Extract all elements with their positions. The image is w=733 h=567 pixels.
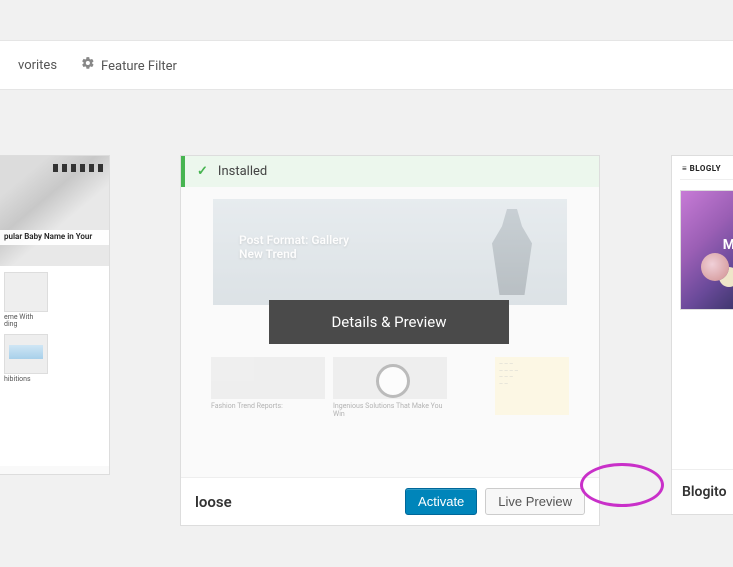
gear-icon	[81, 56, 95, 74]
post-row: Fashion Trend Reports: Ingenious Solutio…	[181, 357, 599, 426]
post-caption: Fashion Trend Reports:	[211, 403, 325, 411]
theme-card-partial-right[interactable]: ≡ BLOGLY M Blogito	[671, 155, 733, 515]
installed-label: Installed	[218, 164, 267, 179]
installed-status-bar: ✓ Installed	[181, 156, 599, 187]
live-preview-button[interactable]: Live Preview	[485, 488, 585, 515]
thumbnail-lower: eme Withding hibitions	[0, 266, 109, 466]
activate-button[interactable]: Activate	[405, 488, 477, 515]
theme-card-footer: loose Activate Live Preview	[181, 477, 599, 525]
thumbnail-image: M	[680, 190, 733, 310]
favorites-tab[interactable]: vorites	[6, 58, 69, 73]
hero-title: Post Format: Gallery New Trend	[239, 233, 349, 264]
mini-thumb	[4, 272, 48, 312]
details-preview-button[interactable]: Details & Preview	[269, 300, 509, 344]
thumbnail-headline: pular Baby Name in Your	[0, 230, 109, 245]
check-icon: ✓	[197, 164, 208, 179]
feature-filter-tab[interactable]: Feature Filter	[69, 56, 189, 74]
theme-thumbnail[interactable]: Post Format: Gallery New Trend Details &…	[181, 187, 599, 477]
theme-card-partial-left[interactable]: pular Baby Name in Your eme Withding hib…	[0, 155, 110, 475]
thumb-letter: M	[723, 237, 733, 253]
sidebar-note: — — —— — — —— — —— —	[495, 357, 569, 415]
theme-name: loose	[195, 493, 397, 511]
feature-filter-label: Feature Filter	[101, 59, 177, 74]
hero-image: Post Format: Gallery New Trend	[213, 199, 567, 305]
post-thumb	[211, 357, 325, 399]
theme-name: Blogito	[672, 469, 733, 514]
theme-thumbnail: pular Baby Name in Your	[0, 156, 109, 266]
post-caption: Ingenious Solutions That Make You Win	[333, 403, 447, 418]
thumb-logo: ≡ BLOGLY	[680, 164, 733, 180]
mini-thumb	[4, 334, 48, 374]
mini-caption: hibitions	[4, 376, 105, 383]
theme-card-loose: ✓ Installed Post Format: Gallery New Tre…	[180, 155, 600, 526]
mini-caption: eme Withding	[4, 314, 105, 328]
filter-toolbar: vorites Feature Filter	[0, 40, 733, 90]
thumbnail-image	[0, 156, 109, 266]
post-thumb-clock-icon	[333, 357, 447, 399]
